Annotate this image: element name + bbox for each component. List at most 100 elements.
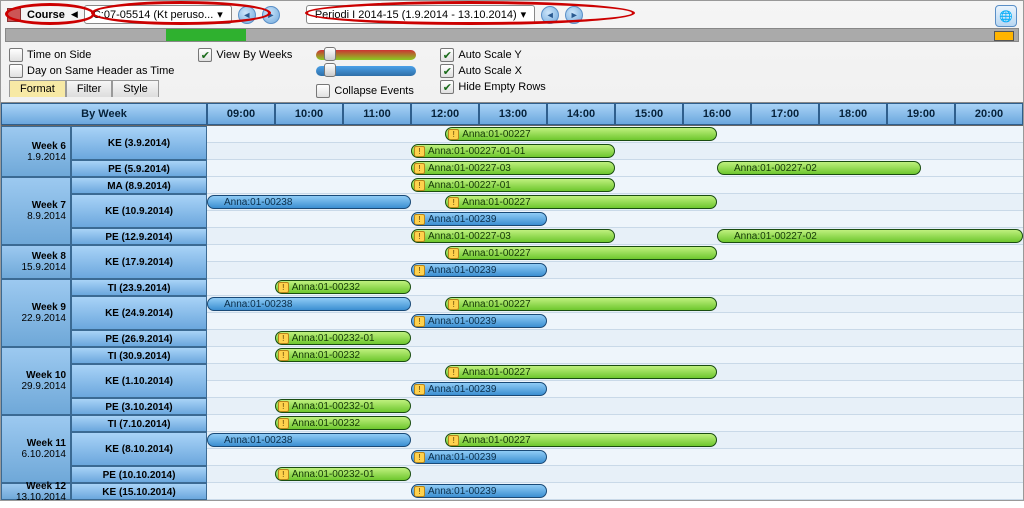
event-bar[interactable]: !Anna:01-00239 <box>411 484 547 498</box>
warning-icon: ! <box>278 333 289 344</box>
day-header[interactable]: KE (3.9.2014) <box>71 126 207 160</box>
event-bar[interactable]: !Anna:01-00227 <box>445 127 717 141</box>
event-label: Anna:01-00239 <box>428 384 496 395</box>
event-bar[interactable]: Anna:01-00238 <box>207 297 411 311</box>
event-bar[interactable]: Anna:01-00238 <box>207 433 411 447</box>
chk-auto-scale-y[interactable]: ✔Auto Scale Y <box>440 48 545 62</box>
row-height-slider[interactable] <box>316 50 416 60</box>
time-header-cell[interactable]: 17:00 <box>751 103 819 125</box>
week-label: Week 1029.9.2014 <box>1 347 71 415</box>
time-header-cell[interactable]: 19:00 <box>887 103 955 125</box>
gantt-lane: !Anna:01-00232-01 <box>207 330 1023 347</box>
tab-filter[interactable]: Filter <box>66 80 112 97</box>
time-header-cell[interactable]: 11:00 <box>343 103 411 125</box>
gantt-lane: !Anna:01-00227 <box>207 364 1023 381</box>
event-bar[interactable]: Anna:01-00227-02 <box>717 161 921 175</box>
period-next-button[interactable]: ► <box>565 6 583 24</box>
time-header-cell[interactable]: 09:00 <box>207 103 275 125</box>
event-bar[interactable]: !Anna:01-00239 <box>411 263 547 277</box>
day-header[interactable]: KE (15.10.2014) <box>71 483 207 500</box>
day-header[interactable]: PE (10.10.2014) <box>71 466 207 483</box>
side-header[interactable]: By Week <box>1 103 207 125</box>
day-header[interactable]: TI (7.10.2014) <box>71 415 207 432</box>
tab-format[interactable]: Format <box>9 80 66 97</box>
course-next-button[interactable]: ► <box>262 6 280 24</box>
event-bar[interactable]: !Anna:01-00239 <box>411 382 547 396</box>
week-label: Week 61.9.2014 <box>1 126 71 177</box>
event-label: Anna:01-00232 <box>292 418 360 429</box>
event-label: Anna:01-00239 <box>428 265 496 276</box>
chk-auto-scale-x[interactable]: ✔Auto Scale X <box>440 64 545 78</box>
event-label: Anna:01-00239 <box>428 486 496 497</box>
time-header-cell[interactable]: 18:00 <box>819 103 887 125</box>
event-bar[interactable]: !Anna:01-00227 <box>445 195 717 209</box>
course-dropdown[interactable]: C:07-05514 (Kt peruso... ▾ <box>84 5 232 24</box>
world-button[interactable]: 🌐 <box>995 5 1017 27</box>
event-bar[interactable]: !Anna:01-00227 <box>445 365 717 379</box>
time-header-cell[interactable]: 12:00 <box>411 103 479 125</box>
time-ruler[interactable] <box>5 28 1019 42</box>
chk-view-by-weeks[interactable]: ✔View By Weeks <box>198 48 292 62</box>
chk-day-same-header[interactable]: Day on Same Header as Time <box>9 64 174 78</box>
time-header-cell[interactable]: 15:00 <box>615 103 683 125</box>
period-prev-button[interactable]: ◄ <box>541 6 559 24</box>
warning-icon: ! <box>278 282 289 293</box>
day-header[interactable]: PE (3.10.2014) <box>71 398 207 415</box>
event-bar[interactable]: !Anna:01-00227-01 <box>411 178 615 192</box>
chk-hide-empty-rows[interactable]: ✔Hide Empty Rows <box>440 80 545 94</box>
day-header[interactable]: TI (23.9.2014) <box>71 279 207 296</box>
event-bar[interactable]: !Anna:01-00227 <box>445 246 717 260</box>
period-dropdown[interactable]: Periodi I 2014-15 (1.9.2014 - 13.10.2014… <box>306 5 535 24</box>
event-bar[interactable]: !Anna:01-00227-01-01 <box>411 144 615 158</box>
chk-time-on-side[interactable]: Time on Side <box>9 48 174 62</box>
event-bar[interactable]: !Anna:01-00232 <box>275 348 411 362</box>
gantt-lane: !Anna:01-00239 <box>207 483 1023 500</box>
event-bar[interactable]: !Anna:01-00232-01 <box>275 467 411 481</box>
day-header[interactable]: PE (12.9.2014) <box>71 228 207 245</box>
event-bar[interactable]: !Anna:01-00232-01 <box>275 399 411 413</box>
event-bar[interactable]: !Anna:01-00239 <box>411 450 547 464</box>
time-header-cell[interactable]: 10:00 <box>275 103 343 125</box>
time-header-cell[interactable]: 14:00 <box>547 103 615 125</box>
warning-icon: ! <box>448 367 459 378</box>
event-bar[interactable]: !Anna:01-00232 <box>275 280 411 294</box>
day-header[interactable]: KE (17.9.2014) <box>71 245 207 279</box>
time-header-cell[interactable]: 20:00 <box>955 103 1023 125</box>
event-label: Anna:01-00227-03 <box>428 231 511 242</box>
event-bar[interactable]: !Anna:01-00227 <box>445 433 717 447</box>
day-header[interactable]: KE (10.9.2014) <box>71 194 207 228</box>
day-header[interactable]: TI (30.9.2014) <box>71 347 207 364</box>
day-header[interactable]: PE (26.9.2014) <box>71 330 207 347</box>
time-header-cell[interactable]: 16:00 <box>683 103 751 125</box>
event-bar[interactable]: !Anna:01-00239 <box>411 212 547 226</box>
warning-icon: ! <box>278 469 289 480</box>
chk-collapse-events[interactable]: Collapse Events <box>316 84 416 98</box>
warning-icon: ! <box>448 299 459 310</box>
event-bar[interactable]: !Anna:01-00227 <box>445 297 717 311</box>
event-bar[interactable]: Anna:01-00238 <box>207 195 411 209</box>
course-prev-button[interactable]: ◄ <box>238 6 256 24</box>
weeks-body: Week 61.9.2014KE (3.9.2014)PE (5.9.2014)… <box>1 125 1023 500</box>
event-bar[interactable]: !Anna:01-00227-03 <box>411 161 615 175</box>
chevron-left-icon[interactable]: ◀ <box>71 9 78 20</box>
warning-icon: ! <box>414 180 425 191</box>
event-label: Anna:01-00227 <box>462 367 530 378</box>
week-label: Week 78.9.2014 <box>1 177 71 245</box>
day-header[interactable]: PE (5.9.2014) <box>71 160 207 177</box>
week-label: Week 1213.10.2014 <box>1 483 71 500</box>
event-bar[interactable]: !Anna:01-00239 <box>411 314 547 328</box>
gantt-lane: !Anna:01-00227-01-01 <box>207 143 1023 160</box>
event-label: Anna:01-00239 <box>428 316 496 327</box>
tab-style[interactable]: Style <box>112 80 158 97</box>
day-header[interactable]: KE (24.9.2014) <box>71 296 207 330</box>
event-bar[interactable]: Anna:01-00227-02 <box>717 229 1023 243</box>
time-header-cell[interactable]: 13:00 <box>479 103 547 125</box>
day-header[interactable]: KE (1.10.2014) <box>71 364 207 398</box>
event-bar[interactable]: !Anna:01-00232 <box>275 416 411 430</box>
event-label: Anna:01-00227 <box>462 129 530 140</box>
day-header[interactable]: MA (8.9.2014) <box>71 177 207 194</box>
day-header[interactable]: KE (8.10.2014) <box>71 432 207 466</box>
col-width-slider[interactable] <box>316 66 416 76</box>
event-bar[interactable]: !Anna:01-00227-03 <box>411 229 615 243</box>
event-bar[interactable]: !Anna:01-00232-01 <box>275 331 411 345</box>
